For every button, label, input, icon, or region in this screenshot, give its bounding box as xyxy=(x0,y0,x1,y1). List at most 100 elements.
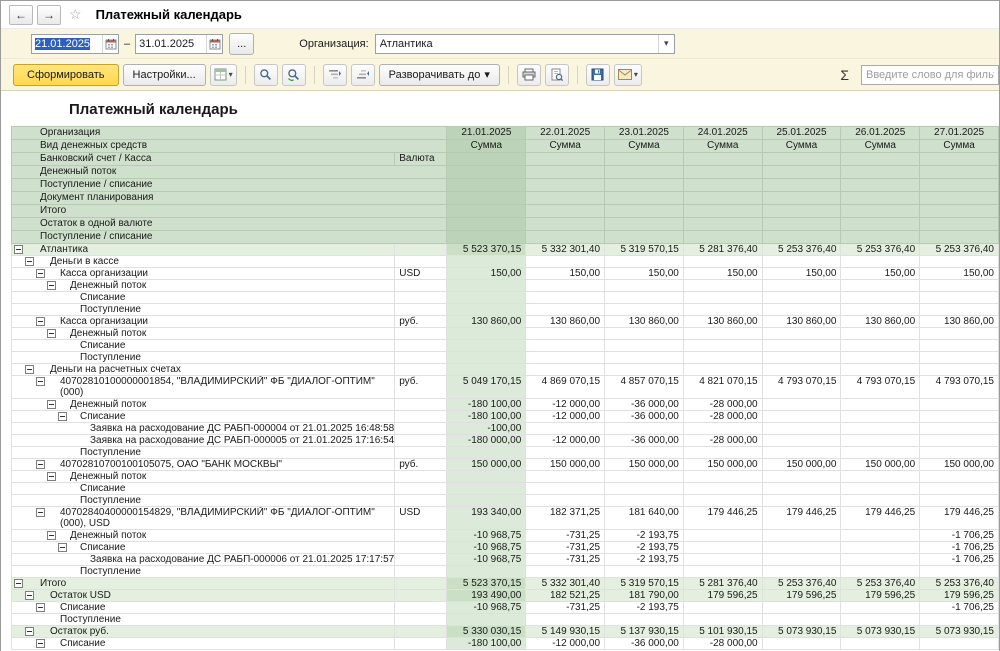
currency-cell[interactable] xyxy=(395,447,447,459)
value-cell[interactable]: 150,00 xyxy=(920,268,999,280)
currency-cell[interactable] xyxy=(395,602,447,614)
value-cell[interactable] xyxy=(683,471,762,483)
value-cell[interactable] xyxy=(841,304,920,316)
value-cell[interactable] xyxy=(920,364,999,376)
search-next-button[interactable] xyxy=(282,64,306,86)
print-preview-button[interactable] xyxy=(545,64,569,86)
value-cell[interactable] xyxy=(841,340,920,352)
value-cell[interactable]: 5 319 570,15 xyxy=(605,244,684,256)
value-cell[interactable]: 150 000,00 xyxy=(841,459,920,471)
value-cell[interactable]: 4 793 070,15 xyxy=(841,376,920,399)
favorite-star-icon[interactable]: ☆ xyxy=(69,6,82,23)
currency-cell[interactable]: USD xyxy=(395,268,447,280)
value-cell[interactable] xyxy=(841,328,920,340)
value-cell[interactable] xyxy=(683,340,762,352)
value-cell[interactable] xyxy=(447,364,526,376)
currency-cell[interactable] xyxy=(395,244,447,256)
value-cell[interactable] xyxy=(841,435,920,447)
row-label-cell[interactable]: Поступление xyxy=(12,614,395,626)
value-cell[interactable] xyxy=(762,328,841,340)
currency-cell[interactable] xyxy=(395,340,447,352)
value-cell[interactable] xyxy=(447,614,526,626)
currency-cell[interactable] xyxy=(395,399,447,411)
value-cell[interactable]: 4 793 070,15 xyxy=(762,376,841,399)
value-cell[interactable]: -36 000,00 xyxy=(605,435,684,447)
value-cell[interactable]: 5 073 930,15 xyxy=(762,626,841,638)
value-cell[interactable] xyxy=(762,292,841,304)
value-cell[interactable]: 5 049 170,15 xyxy=(447,376,526,399)
value-cell[interactable]: 130 860,00 xyxy=(762,316,841,328)
value-cell[interactable] xyxy=(447,471,526,483)
value-cell[interactable]: -731,25 xyxy=(526,530,605,542)
value-cell[interactable]: 5 149 930,15 xyxy=(526,626,605,638)
collapse-toggle-icon[interactable] xyxy=(25,591,34,600)
value-cell[interactable]: 130 860,00 xyxy=(841,316,920,328)
value-cell[interactable]: 5 073 930,15 xyxy=(920,626,999,638)
value-cell[interactable] xyxy=(683,542,762,554)
collapse-groups-button[interactable] xyxy=(323,64,347,86)
value-cell[interactable]: 179 446,25 xyxy=(683,507,762,530)
value-cell[interactable] xyxy=(920,352,999,364)
value-cell[interactable] xyxy=(447,495,526,507)
value-cell[interactable] xyxy=(920,340,999,352)
collapse-toggle-icon[interactable] xyxy=(36,317,45,326)
expand-to-button[interactable]: Разворачивать до ▾ xyxy=(379,64,500,86)
value-cell[interactable]: -731,25 xyxy=(526,602,605,614)
row-label-cell[interactable]: Денежный поток xyxy=(12,280,395,292)
value-cell[interactable] xyxy=(920,447,999,459)
value-cell[interactable] xyxy=(920,280,999,292)
value-cell[interactable] xyxy=(920,256,999,268)
value-cell[interactable] xyxy=(605,280,684,292)
date-from-field[interactable]: 21.01.2025 xyxy=(31,34,119,54)
collapse-toggle-icon[interactable] xyxy=(47,400,56,409)
send-email-button[interactable]: ▾ xyxy=(614,64,642,86)
value-cell[interactable] xyxy=(841,411,920,423)
value-cell[interactable]: 5 523 370,15 xyxy=(447,244,526,256)
value-cell[interactable] xyxy=(762,280,841,292)
currency-cell[interactable] xyxy=(395,626,447,638)
value-cell[interactable]: 5 073 930,15 xyxy=(841,626,920,638)
currency-cell[interactable]: руб. xyxy=(395,376,447,399)
value-cell[interactable]: 150,00 xyxy=(605,268,684,280)
row-label-cell[interactable]: Списание xyxy=(12,340,395,352)
currency-cell[interactable] xyxy=(395,483,447,495)
value-cell[interactable] xyxy=(841,542,920,554)
value-cell[interactable]: -1 706,25 xyxy=(920,542,999,554)
currency-cell[interactable]: USD xyxy=(395,507,447,530)
value-cell[interactable]: -180 100,00 xyxy=(447,638,526,650)
value-cell[interactable]: 4 821 070,15 xyxy=(683,376,762,399)
value-cell[interactable]: -1 706,25 xyxy=(920,554,999,566)
value-cell[interactable] xyxy=(683,352,762,364)
value-cell[interactable]: -2 193,75 xyxy=(605,530,684,542)
value-cell[interactable]: 5 101 930,15 xyxy=(683,626,762,638)
value-cell[interactable]: 181 640,00 xyxy=(605,507,684,530)
row-label-cell[interactable]: Списание xyxy=(12,638,395,650)
currency-cell[interactable]: руб. xyxy=(395,459,447,471)
value-cell[interactable] xyxy=(526,256,605,268)
currency-cell[interactable] xyxy=(395,328,447,340)
value-cell[interactable] xyxy=(526,614,605,626)
currency-cell[interactable]: руб. xyxy=(395,316,447,328)
value-cell[interactable]: 150 000,00 xyxy=(447,459,526,471)
value-cell[interactable] xyxy=(841,471,920,483)
value-cell[interactable]: -2 193,75 xyxy=(605,554,684,566)
value-cell[interactable]: -12 000,00 xyxy=(526,411,605,423)
value-cell[interactable]: 193 340,00 xyxy=(447,507,526,530)
value-cell[interactable] xyxy=(683,530,762,542)
value-cell[interactable]: 5 253 376,40 xyxy=(841,244,920,256)
date-to-field[interactable]: 31.01.2025 xyxy=(135,34,223,54)
value-cell[interactable] xyxy=(605,423,684,435)
value-cell[interactable]: -100,00 xyxy=(447,423,526,435)
value-cell[interactable] xyxy=(762,423,841,435)
value-cell[interactable]: -28 000,00 xyxy=(683,411,762,423)
currency-cell[interactable] xyxy=(395,542,447,554)
value-cell[interactable] xyxy=(920,328,999,340)
value-cell[interactable] xyxy=(447,280,526,292)
value-cell[interactable]: 5 523 370,15 xyxy=(447,578,526,590)
value-cell[interactable] xyxy=(605,495,684,507)
collapse-toggle-icon[interactable] xyxy=(14,579,23,588)
collapse-toggle-icon[interactable] xyxy=(25,365,34,374)
value-cell[interactable]: -28 000,00 xyxy=(683,435,762,447)
value-cell[interactable] xyxy=(762,530,841,542)
value-cell[interactable]: 130 860,00 xyxy=(447,316,526,328)
